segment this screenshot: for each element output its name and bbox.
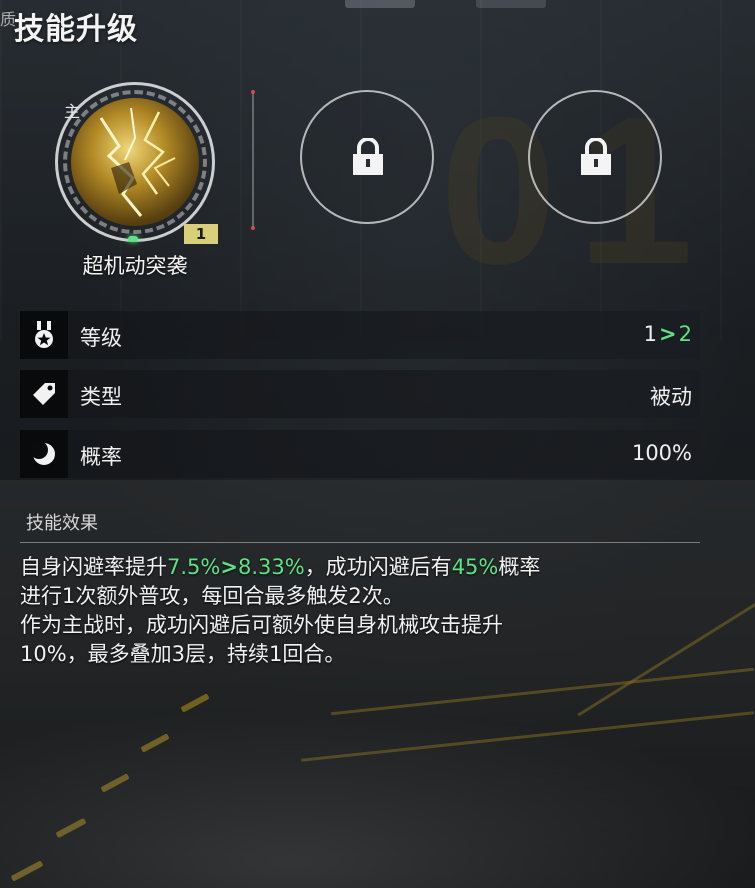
stat-row-type: 类型 被动 [20,370,700,418]
upgrade-arrow-icon: > [220,555,238,579]
effect-new-value: 8.33% [237,555,305,579]
effect-text: 自身闪避率提升 [20,555,167,579]
top-tab[interactable] [345,0,415,8]
top-tab[interactable] [476,0,546,8]
effect-description: 自身闪避率提升7.5%>8.33%，成功闪避后有45%概率 进行1次额外普攻，每… [20,553,720,669]
stat-label: 类型 [80,385,122,409]
lock-icon [353,138,383,175]
tag-icon [20,370,68,418]
locked-skill-slot[interactable] [300,90,434,224]
level-current: 1 [643,322,658,346]
effect-line-1: 自身闪避率提升7.5%>8.33%，成功闪避后有45%概率 [20,553,720,582]
skill-level-badge: 1 [184,224,218,244]
lock-icon [581,138,611,175]
effect-text: ，成功闪避后有 [304,555,452,579]
stat-row-rate: 概率 100% [20,430,700,478]
effect-line-4: 10%，最多叠加3层，持续1回合。 [20,642,346,666]
stat-label: 等级 [80,326,122,350]
slot-divider [251,90,255,230]
moon-icon [20,430,68,478]
effect-line-3: 作为主战时，成功闪避后可额外使自身机械攻击提升 [20,613,503,637]
skill-name: 超机动突袭 [82,254,188,278]
effect-heading: 技能效果 [26,513,98,534]
medal-icon [20,311,68,359]
rate-value: 100% [631,441,692,465]
page-title: 技能升级 [14,12,138,47]
effect-chance-value: 45% [451,555,499,579]
level-next: 2 [678,322,692,346]
active-indicator [128,236,138,242]
effect-old-value: 7.5% [167,555,221,579]
effect-divider [20,542,700,543]
stat-row-level: 等级 1>2 [20,311,700,359]
stat-label: 概率 [80,445,122,469]
type-value: 被动 [650,385,692,409]
level-change-value: 1>2 [644,322,692,346]
effect-line-2: 进行1次额外普攻，每回合最多触发2次。 [20,584,404,608]
locked-skill-slot[interactable] [528,90,662,224]
effect-text: 概率 [498,555,541,579]
main-tag-label: 主 [64,102,81,121]
upgrade-arrow-icon: > [659,322,677,346]
